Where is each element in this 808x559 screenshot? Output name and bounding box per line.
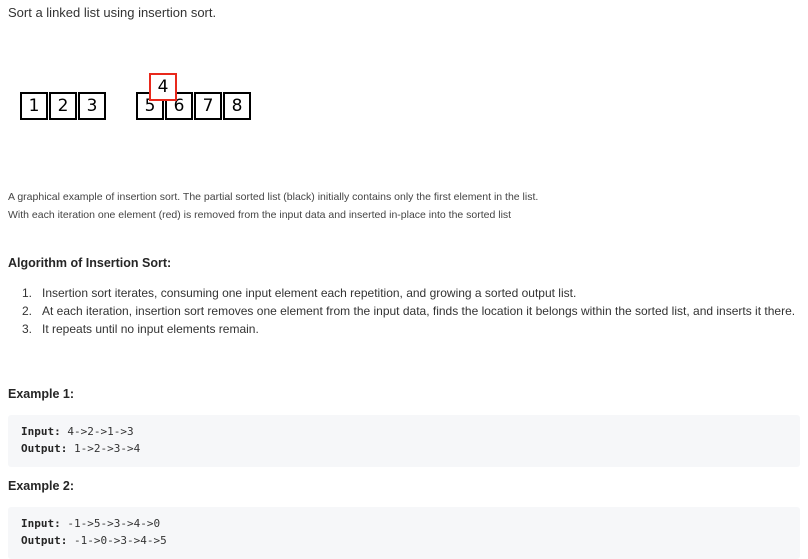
input-value: -1->5->3->4->0 <box>67 517 161 530</box>
illustration-caption: A graphical example of insertion sort. T… <box>8 191 539 203</box>
algorithm-step: 3. It repeats until no input elements re… <box>22 320 804 338</box>
step-text: At each iteration, insertion sort remove… <box>42 304 796 318</box>
input-value: 4->2->1->3 <box>67 425 134 438</box>
input-label: Input: <box>21 517 61 530</box>
output-value: -1->0->3->4->5 <box>73 534 167 547</box>
algorithm-heading: Algorithm of Insertion Sort: <box>8 256 172 270</box>
example-output-line: Output: -1->0->3->4->5 <box>21 534 167 547</box>
example-input-line: Input: -1->5->3->4->0 <box>21 517 160 530</box>
unsorted-node: 8 <box>223 92 251 120</box>
step-number: 1. <box>22 286 33 300</box>
example-heading: Example 2: <box>8 479 75 493</box>
example-input-line: Input: 4->2->1->3 <box>21 425 134 438</box>
algorithm-step: 2. At each iteration, insertion sort rem… <box>22 302 804 320</box>
step-text: It repeats until no input elements remai… <box>42 322 259 336</box>
sorted-node: 2 <box>49 92 77 120</box>
problem-statement: Sort a linked list using insertion sort. <box>8 5 217 20</box>
current-node: 4 <box>149 73 177 101</box>
algorithm-steps: 1. Insertion sort iterates, consuming on… <box>22 284 804 338</box>
insertion-sort-illustration: 1 2 3 5 6 7 8 4 <box>0 60 300 140</box>
step-number: 3. <box>22 322 33 336</box>
unsorted-node: 7 <box>194 92 222 120</box>
example-code-block: Input: -1->5->3->4->0 Output: -1->0->3->… <box>8 507 800 559</box>
output-label: Output: <box>21 534 68 547</box>
input-label: Input: <box>21 425 61 438</box>
step-number: 2. <box>22 304 33 318</box>
output-value: 1->2->3->4 <box>73 442 141 455</box>
step-text: Insertion sort iterates, consuming one i… <box>42 286 577 300</box>
illustration-caption: With each iteration one element (red) is… <box>8 209 512 221</box>
algorithm-step: 1. Insertion sort iterates, consuming on… <box>22 284 804 302</box>
example-heading: Example 1: <box>8 387 75 401</box>
example-code-block: Input: 4->2->1->3 Output: 1->2->3->4 <box>8 415 800 467</box>
example-output-line: Output: 1->2->3->4 <box>21 442 140 455</box>
output-label: Output: <box>21 442 68 455</box>
sorted-node: 1 <box>20 92 48 120</box>
sorted-node: 3 <box>78 92 106 120</box>
